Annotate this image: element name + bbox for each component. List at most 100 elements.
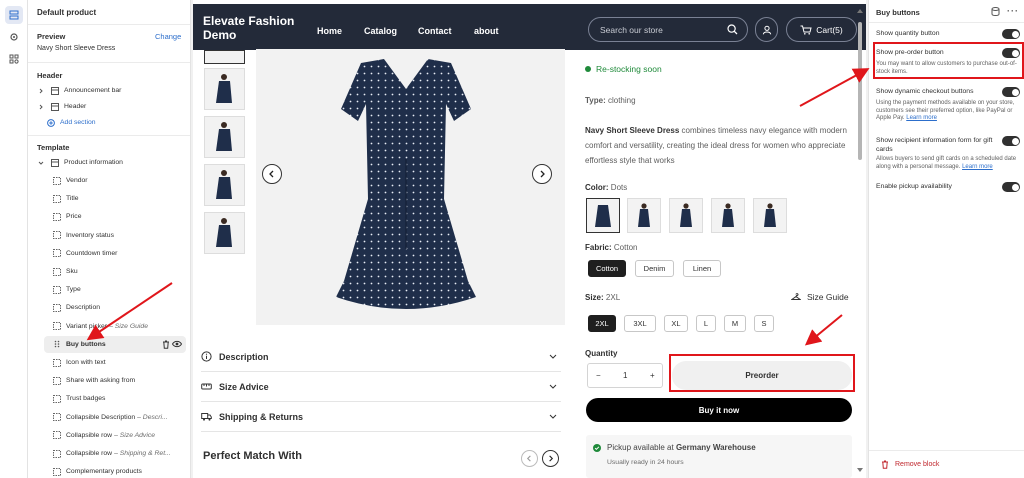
toggle-gift-card-form[interactable] xyxy=(1002,136,1020,146)
nav-about[interactable]: about xyxy=(474,26,499,36)
store-brand[interactable]: Elevate Fashion Demo xyxy=(203,14,313,42)
size-guide-link[interactable]: Size Guide xyxy=(791,292,849,302)
accordion-description[interactable]: Description xyxy=(201,342,561,372)
carousel-next-button[interactable] xyxy=(542,450,559,467)
color-swatch[interactable] xyxy=(586,198,620,233)
tree-item-header[interactable]: Header xyxy=(36,98,190,115)
fabric-option-linen[interactable]: Linen xyxy=(683,260,721,277)
nav-home[interactable]: Home xyxy=(317,26,342,36)
truck-icon xyxy=(201,411,212,422)
tree-block-item[interactable]: Price xyxy=(44,208,190,225)
tree-block-item[interactable]: Vendor xyxy=(44,172,190,189)
color-swatch[interactable] xyxy=(669,198,703,233)
tree-block-label: Price xyxy=(66,213,82,221)
apps-icon[interactable] xyxy=(5,50,23,68)
tree-block-item[interactable]: Complementary products xyxy=(44,463,190,478)
product-thumbnail[interactable] xyxy=(204,212,245,254)
tree-block-item[interactable]: Collapsible row – Shipping & Ret... xyxy=(44,445,190,462)
toggle-show-dynamic-checkout[interactable] xyxy=(1002,87,1020,97)
nav-contact[interactable]: Contact xyxy=(418,26,452,36)
product-thumbnail[interactable] xyxy=(204,50,245,64)
remove-block-button[interactable]: Remove block xyxy=(881,460,939,469)
brand-line: Demo xyxy=(203,28,237,42)
nav-catalog[interactable]: Catalog xyxy=(364,26,397,36)
tree-block-item[interactable]: Trust badges xyxy=(44,390,190,407)
hanger-icon xyxy=(791,293,801,301)
sections-icon[interactable] xyxy=(5,6,23,24)
tree-block-item[interactable]: Sku xyxy=(44,263,190,280)
divider xyxy=(869,450,1024,451)
gear-icon[interactable] xyxy=(5,28,23,46)
highlight-box xyxy=(669,354,855,392)
chevron-left-icon xyxy=(526,455,531,462)
preview-scrollbar[interactable] xyxy=(858,22,862,160)
color-swatch[interactable] xyxy=(753,198,787,233)
tree-block-label: Sku xyxy=(66,268,78,275)
carousel-prev-button[interactable] xyxy=(521,450,538,467)
prev-image-button[interactable] xyxy=(262,164,282,184)
fabric-option-cotton[interactable]: Cotton xyxy=(588,260,626,277)
accordion-size-advice[interactable]: Size Advice xyxy=(201,372,561,402)
quantity-stepper[interactable]: − 1 + xyxy=(587,363,663,388)
tree-block-label: Trust badges xyxy=(66,395,106,403)
color-label: Color: xyxy=(585,183,609,192)
product-thumbnail[interactable] xyxy=(204,116,245,158)
tree-block-item[interactable]: Collapsible Description – Descri... xyxy=(44,409,190,426)
product-thumbnail[interactable] xyxy=(204,68,245,110)
tree-item-announcement-bar[interactable]: Announcement bar xyxy=(36,82,190,99)
tree-block-item[interactable]: Description xyxy=(44,299,190,316)
add-section-label: Add section xyxy=(60,119,96,126)
quantity-value[interactable]: 1 xyxy=(623,371,627,380)
block-icon xyxy=(52,303,61,312)
learn-more-link[interactable]: Learn more xyxy=(906,115,937,121)
buy-it-now-button[interactable]: Buy it now xyxy=(586,398,852,422)
next-image-button[interactable] xyxy=(532,164,552,184)
tree-block-item[interactable]: Buy buttons xyxy=(44,335,186,353)
divider xyxy=(28,62,190,63)
tree-block-item[interactable]: Type xyxy=(44,281,190,298)
divider xyxy=(869,22,1024,23)
left-panel: Default product Preview Change Navy Shor… xyxy=(28,0,191,478)
size-option[interactable]: XL xyxy=(664,315,688,332)
tree-block-item[interactable]: Title xyxy=(44,190,190,207)
fabric-option-denim[interactable]: Denim xyxy=(635,260,674,277)
toggle-pickup-availability[interactable] xyxy=(1002,182,1020,192)
pickup-text: Pickup available at Germany Warehouse xyxy=(607,443,756,452)
quantity-decrease-button[interactable]: − xyxy=(596,371,601,380)
size-option[interactable]: M xyxy=(724,315,746,332)
database-icon[interactable] xyxy=(991,7,1000,16)
color-swatch[interactable] xyxy=(711,198,745,233)
color-option-label: Color: Dots xyxy=(585,183,627,192)
more-options-icon[interactable]: ··· xyxy=(1007,6,1019,16)
tree-block-item[interactable]: Share with asking from xyxy=(44,372,190,389)
tree-block-label: Type xyxy=(66,286,81,294)
size-option[interactable]: 3XL xyxy=(624,315,656,332)
scroll-down-icon[interactable] xyxy=(857,468,863,473)
tree-block-item[interactable]: Inventory status xyxy=(44,227,190,244)
tree-block-item[interactable]: Collapsible row – Size Advice xyxy=(44,427,190,444)
size-option[interactable]: S xyxy=(754,315,774,332)
account-button[interactable] xyxy=(755,17,778,42)
eye-icon[interactable] xyxy=(172,340,182,348)
tree-item-product-information[interactable]: Product information xyxy=(36,154,190,171)
tree-block-item[interactable]: Countdown timer xyxy=(44,245,190,262)
toggle-show-quantity-button[interactable] xyxy=(1002,29,1020,39)
tree-block-label: Vendor xyxy=(66,177,88,184)
learn-more-link[interactable]: Learn more xyxy=(962,164,993,170)
change-preview-link[interactable]: Change xyxy=(155,32,181,41)
color-swatch[interactable] xyxy=(627,198,661,233)
size-option[interactable]: L xyxy=(696,315,716,332)
tree-block-item[interactable]: Icon with text xyxy=(44,354,190,371)
trash-icon[interactable] xyxy=(162,340,170,349)
tree-block-item[interactable]: Variant picker – Size Guide xyxy=(44,318,190,335)
scroll-up-icon[interactable] xyxy=(857,8,863,13)
block-icon xyxy=(52,467,61,476)
product-thumbnail[interactable] xyxy=(204,164,245,206)
store-search-input[interactable]: Search our store xyxy=(588,17,748,42)
accordion-shipping-returns[interactable]: Shipping & Returns xyxy=(201,402,561,432)
size-option[interactable]: 2XL xyxy=(588,315,616,332)
quantity-increase-button[interactable]: + xyxy=(650,371,655,380)
chevron-down-icon xyxy=(36,158,45,167)
add-section-button[interactable]: Add section xyxy=(46,114,190,131)
cart-button[interactable]: Cart(5) xyxy=(786,17,857,42)
